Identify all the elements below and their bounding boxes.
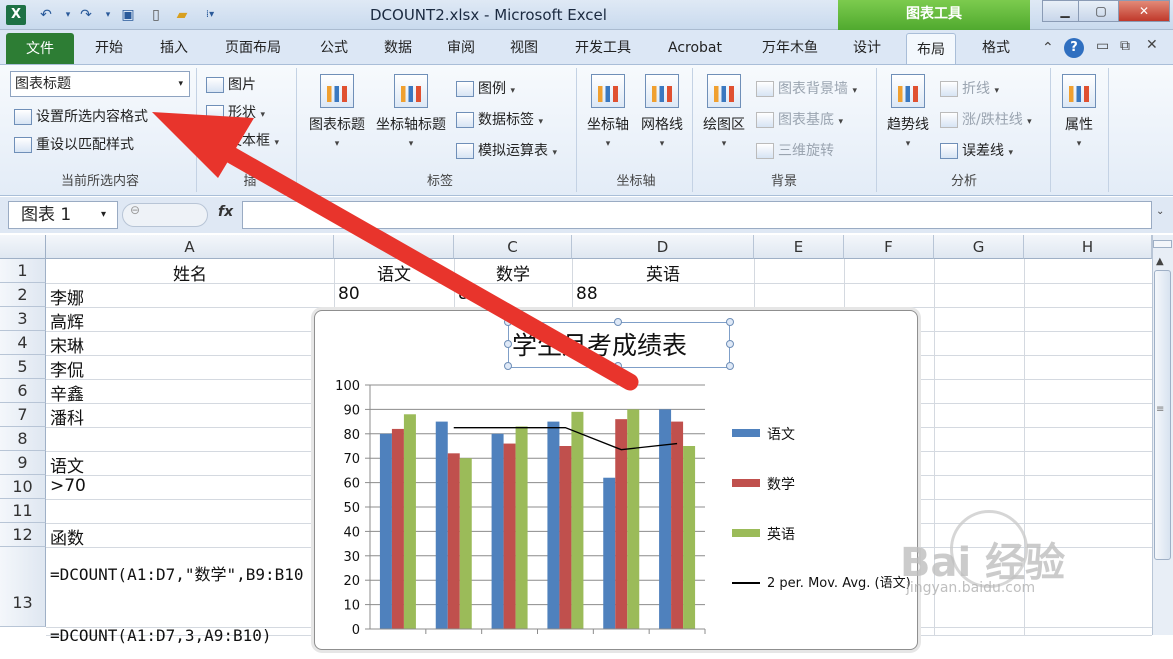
annotation-arrow (152, 112, 639, 391)
